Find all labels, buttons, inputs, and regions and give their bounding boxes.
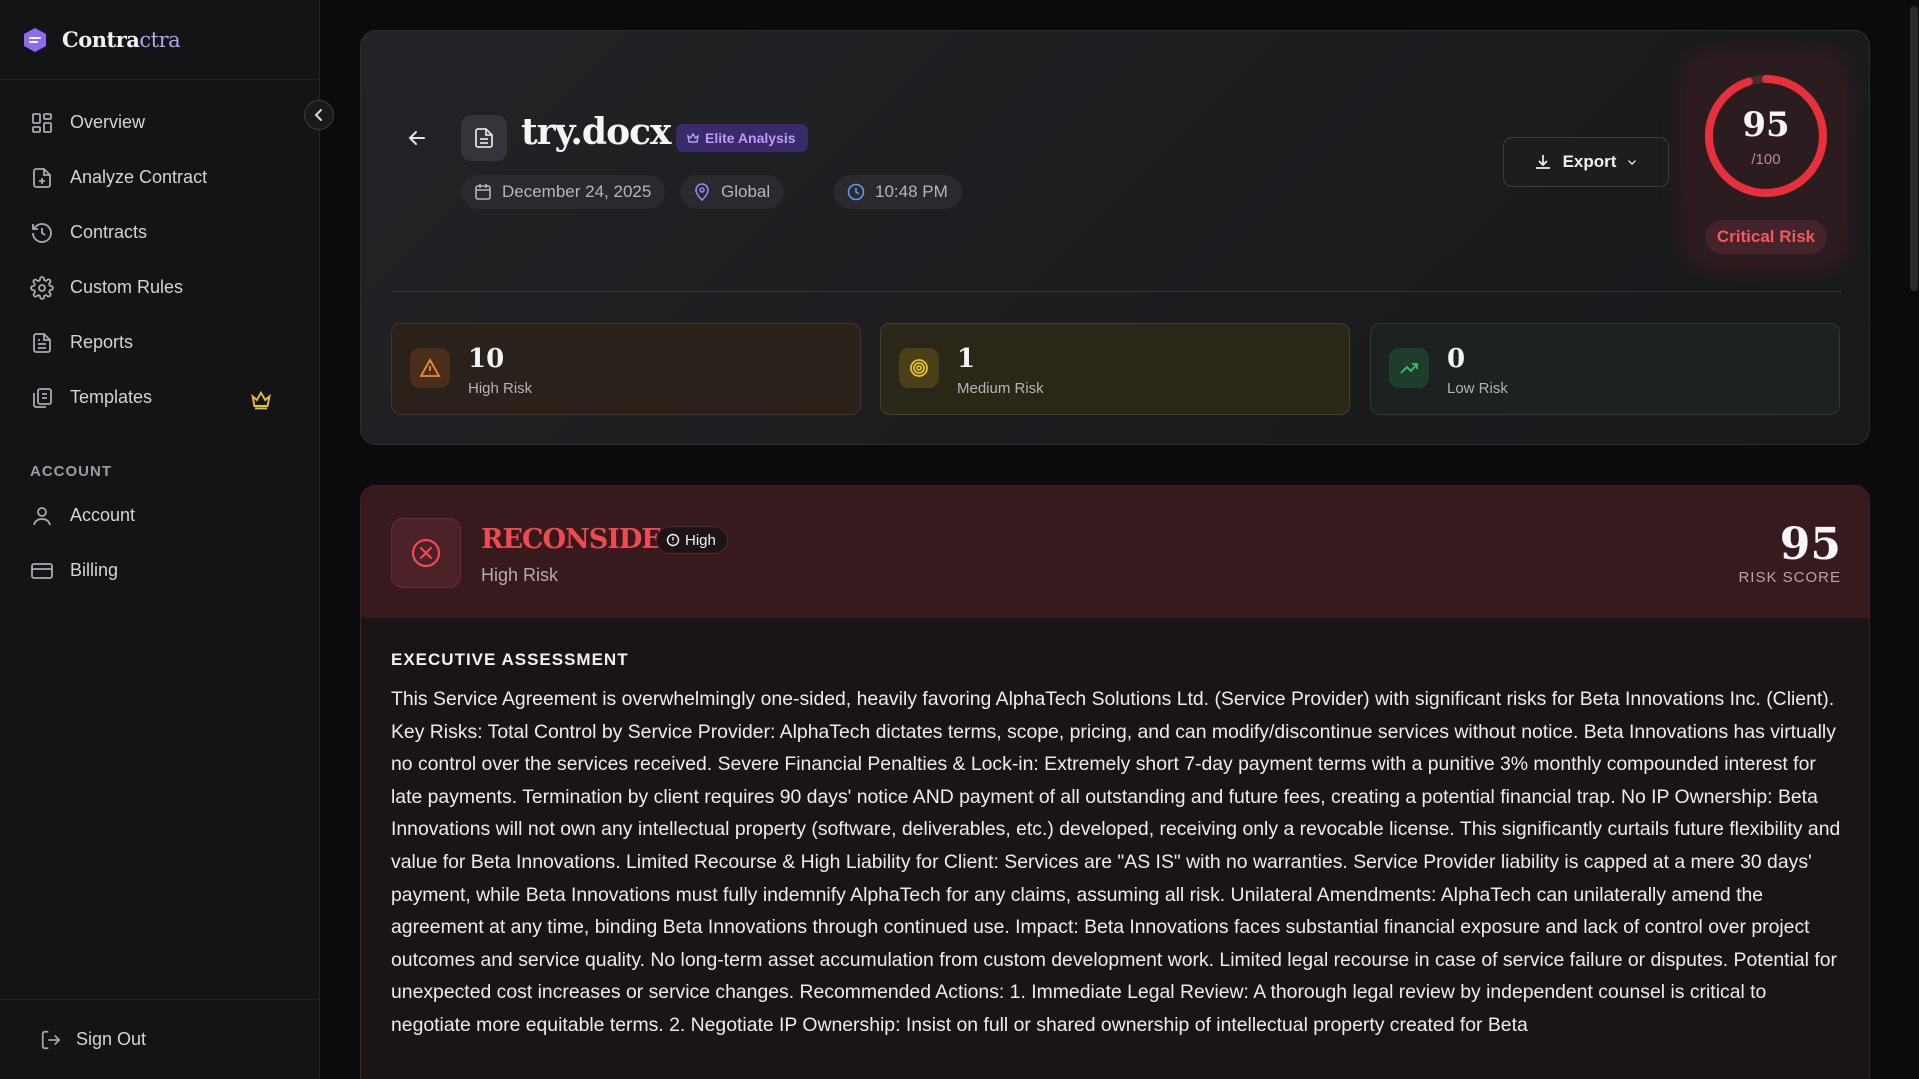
risk-score-label: RISK SCORE <box>1738 569 1841 586</box>
download-icon <box>1535 155 1550 169</box>
sidebar-item-contracts[interactable]: Contracts <box>0 205 319 260</box>
copy-icon <box>33 387 52 408</box>
trending-up-icon <box>1389 348 1429 388</box>
chevron-left-icon <box>314 109 322 121</box>
executive-assessment-text: This Service Agreement is overwhelmingly… <box>391 688 1841 1036</box>
elite-analysis-badge: Elite Analysis <box>676 124 808 152</box>
crown-icon <box>251 390 271 410</box>
back-arrow-icon[interactable] <box>406 127 428 149</box>
grid-icon <box>32 112 52 133</box>
chevron-down-icon <box>1628 160 1637 165</box>
sidebar-item-reports[interactable]: Reports <box>0 315 319 370</box>
time-pill: 10:48 PM <box>834 175 962 209</box>
score-value: 95 <box>1742 105 1790 145</box>
sidebar-item-overview[interactable]: Overview <box>0 95 319 150</box>
sidebar-item-label: Analyze Contract <box>70 167 208 187</box>
credit-card-icon <box>31 562 53 579</box>
calendar-icon <box>475 184 491 200</box>
verdict-title: RECONSIDER <box>481 524 683 555</box>
target-icon <box>899 348 939 388</box>
verdict-subtitle: High Risk <box>481 565 559 585</box>
sidebar-item-label: Contracts <box>70 222 148 242</box>
brand[interactable]: Contractra <box>0 0 319 80</box>
sidebar-item-templates[interactable]: Templates <box>0 370 319 425</box>
sign-out-label: Sign Out <box>76 1029 147 1049</box>
sign-out-button[interactable]: Sign Out <box>0 999 320 1079</box>
region-pill: Global <box>680 175 785 209</box>
gear-icon <box>30 275 54 300</box>
sidebar-item-label: Reports <box>70 332 134 352</box>
score-denominator: /100 <box>1751 151 1781 168</box>
sidebar-item-analyze-contract[interactable]: Analyze Contract <box>0 150 319 205</box>
brand-name: Contractra <box>62 27 181 52</box>
high-risk-count: 10 <box>468 344 505 374</box>
file-plus-icon <box>33 167 51 188</box>
sidebar-item-account[interactable]: Account <box>0 488 319 543</box>
severity-badge: High <box>656 526 728 554</box>
crown-icon <box>687 132 699 143</box>
header-divider <box>391 291 1841 292</box>
file-text-icon <box>33 332 51 353</box>
sidebar-item-label: Account <box>70 505 136 525</box>
scrollbar-thumb[interactable] <box>1910 6 1918 291</box>
log-out-icon <box>41 1030 61 1049</box>
document-header-card: try.docx Elite Analysis December 24, 202… <box>360 30 1870 445</box>
date-pill: December 24, 2025 <box>461 175 666 209</box>
high-risk-stat[interactable]: 10 High Risk <box>391 323 861 415</box>
medium-risk-label: Medium Risk <box>957 380 1044 397</box>
medium-risk-stat[interactable]: 1 Medium Risk <box>880 323 1350 415</box>
collapse-sidebar-button[interactable] <box>304 100 334 130</box>
page-title: try.docx <box>521 111 671 153</box>
sidebar-item-label: Templates <box>70 387 153 407</box>
user-icon <box>33 506 51 525</box>
warning-icon <box>410 348 450 388</box>
low-risk-label: Low Risk <box>1447 380 1508 397</box>
recommendation-header: RECONSIDER High High Risk 95 RISK SCORE <box>361 486 1869 618</box>
medium-risk-count: 1 <box>957 344 976 374</box>
history-icon <box>32 222 52 243</box>
sidebar-item-label: Billing <box>70 560 119 580</box>
high-risk-label: High Risk <box>468 380 533 397</box>
sidebar: Contractra Overview Analyze Contract Con… <box>0 0 320 1079</box>
page-scrollbar[interactable] <box>1909 0 1919 1079</box>
risk-level-badge: Critical Risk <box>1705 220 1827 254</box>
sidebar-nav: Overview Analyze Contract Contracts Cust… <box>0 80 319 425</box>
map-pin-icon <box>695 183 709 202</box>
x-circle-icon <box>391 518 461 588</box>
clock-icon <box>847 183 865 201</box>
info-icon <box>666 533 680 547</box>
document-icon <box>461 115 507 161</box>
low-risk-stat[interactable]: 0 Low Risk <box>1370 323 1840 415</box>
sidebar-item-custom-rules[interactable]: Custom Rules <box>0 260 319 315</box>
account-section-label: ACCOUNT <box>30 463 112 480</box>
sidebar-item-label: Custom Rules <box>70 277 184 297</box>
brand-logo-icon <box>24 27 46 52</box>
recommendation-card: RECONSIDER High High Risk 95 RISK SCORE … <box>360 485 1870 1079</box>
risk-score-value: 95 <box>1779 519 1841 570</box>
risk-score-gauge: 95 /100 Critical Risk <box>1691 61 1841 261</box>
sidebar-item-billing[interactable]: Billing <box>0 543 319 598</box>
low-risk-count: 0 <box>1447 344 1466 374</box>
executive-assessment-title: EXECUTIVE ASSESSMENT <box>391 650 629 669</box>
export-button[interactable]: Export <box>1503 137 1669 187</box>
sidebar-item-label: Overview <box>70 112 146 132</box>
